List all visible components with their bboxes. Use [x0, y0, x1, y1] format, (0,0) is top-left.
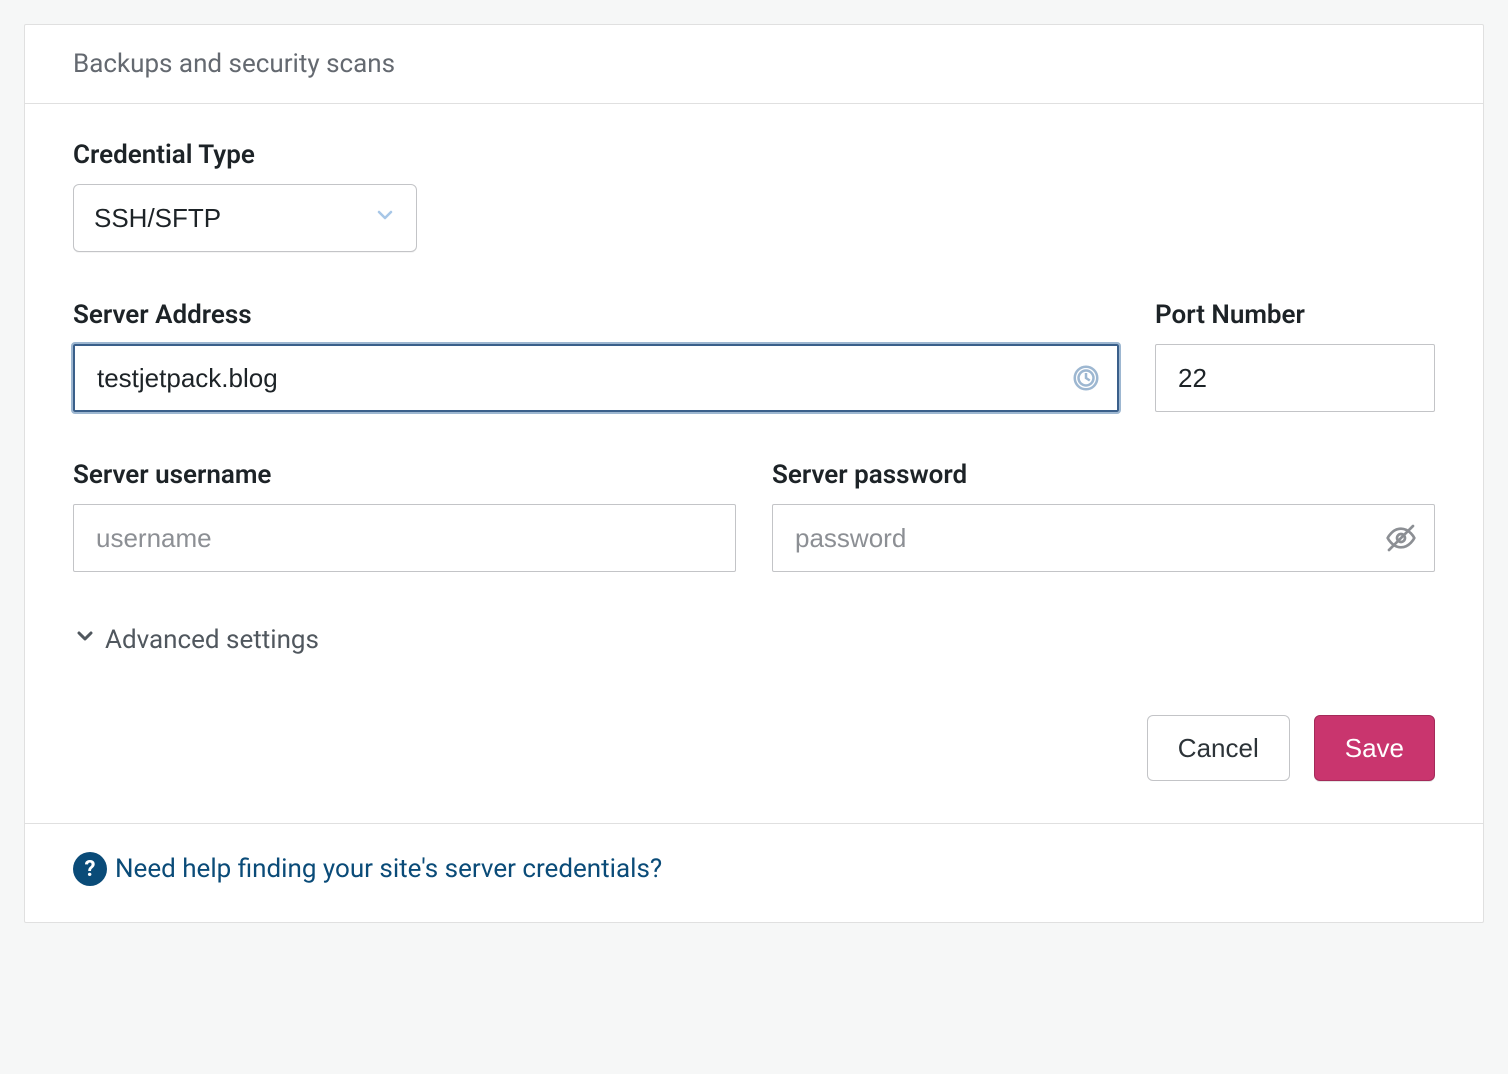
server-password-input[interactable] [772, 504, 1435, 572]
eye-off-icon[interactable] [1385, 522, 1417, 554]
server-address-field: Server Address [73, 300, 1119, 412]
card-footer: ? Need help finding your site's server c… [25, 823, 1483, 922]
cancel-button[interactable]: Cancel [1147, 715, 1290, 781]
server-password-field: Server password [772, 460, 1435, 572]
server-address-input[interactable] [73, 344, 1119, 412]
server-address-label: Server Address [73, 300, 1119, 330]
server-username-label: Server username [73, 460, 736, 490]
help-link-text: Need help finding your site's server cre… [115, 854, 662, 884]
credential-type-select[interactable]: SSH/SFTP [73, 184, 417, 252]
port-number-input[interactable] [1155, 344, 1435, 412]
chevron-down-icon [73, 624, 97, 655]
help-link[interactable]: ? Need help finding your site's server c… [73, 852, 662, 886]
advanced-settings-toggle[interactable]: Advanced settings [73, 624, 319, 655]
credential-type-field: Credential Type SSH/SFTP [73, 140, 1435, 252]
save-button[interactable]: Save [1314, 715, 1435, 781]
credentials-row: Server username Server password [73, 460, 1435, 572]
card-title: Backups and security scans [73, 49, 395, 79]
port-number-label: Port Number [1155, 300, 1435, 330]
settings-card: Backups and security scans Credential Ty… [24, 24, 1484, 923]
credential-type-select-wrap: SSH/SFTP [73, 184, 417, 252]
form-actions: Cancel Save [73, 715, 1435, 781]
history-icon [1071, 363, 1101, 393]
server-password-input-wrap [772, 504, 1435, 572]
server-username-input[interactable] [73, 504, 736, 572]
server-address-input-wrap [73, 344, 1119, 412]
server-password-label: Server password [772, 460, 1435, 490]
port-number-field: Port Number [1155, 300, 1435, 412]
advanced-settings-label: Advanced settings [105, 625, 319, 655]
help-icon: ? [73, 852, 107, 886]
credential-type-label: Credential Type [73, 140, 1435, 170]
address-port-row: Server Address Port Number [73, 300, 1435, 412]
card-header: Backups and security scans [25, 25, 1483, 104]
card-body: Credential Type SSH/SFTP Server Address [25, 104, 1483, 823]
server-username-field: Server username [73, 460, 736, 572]
